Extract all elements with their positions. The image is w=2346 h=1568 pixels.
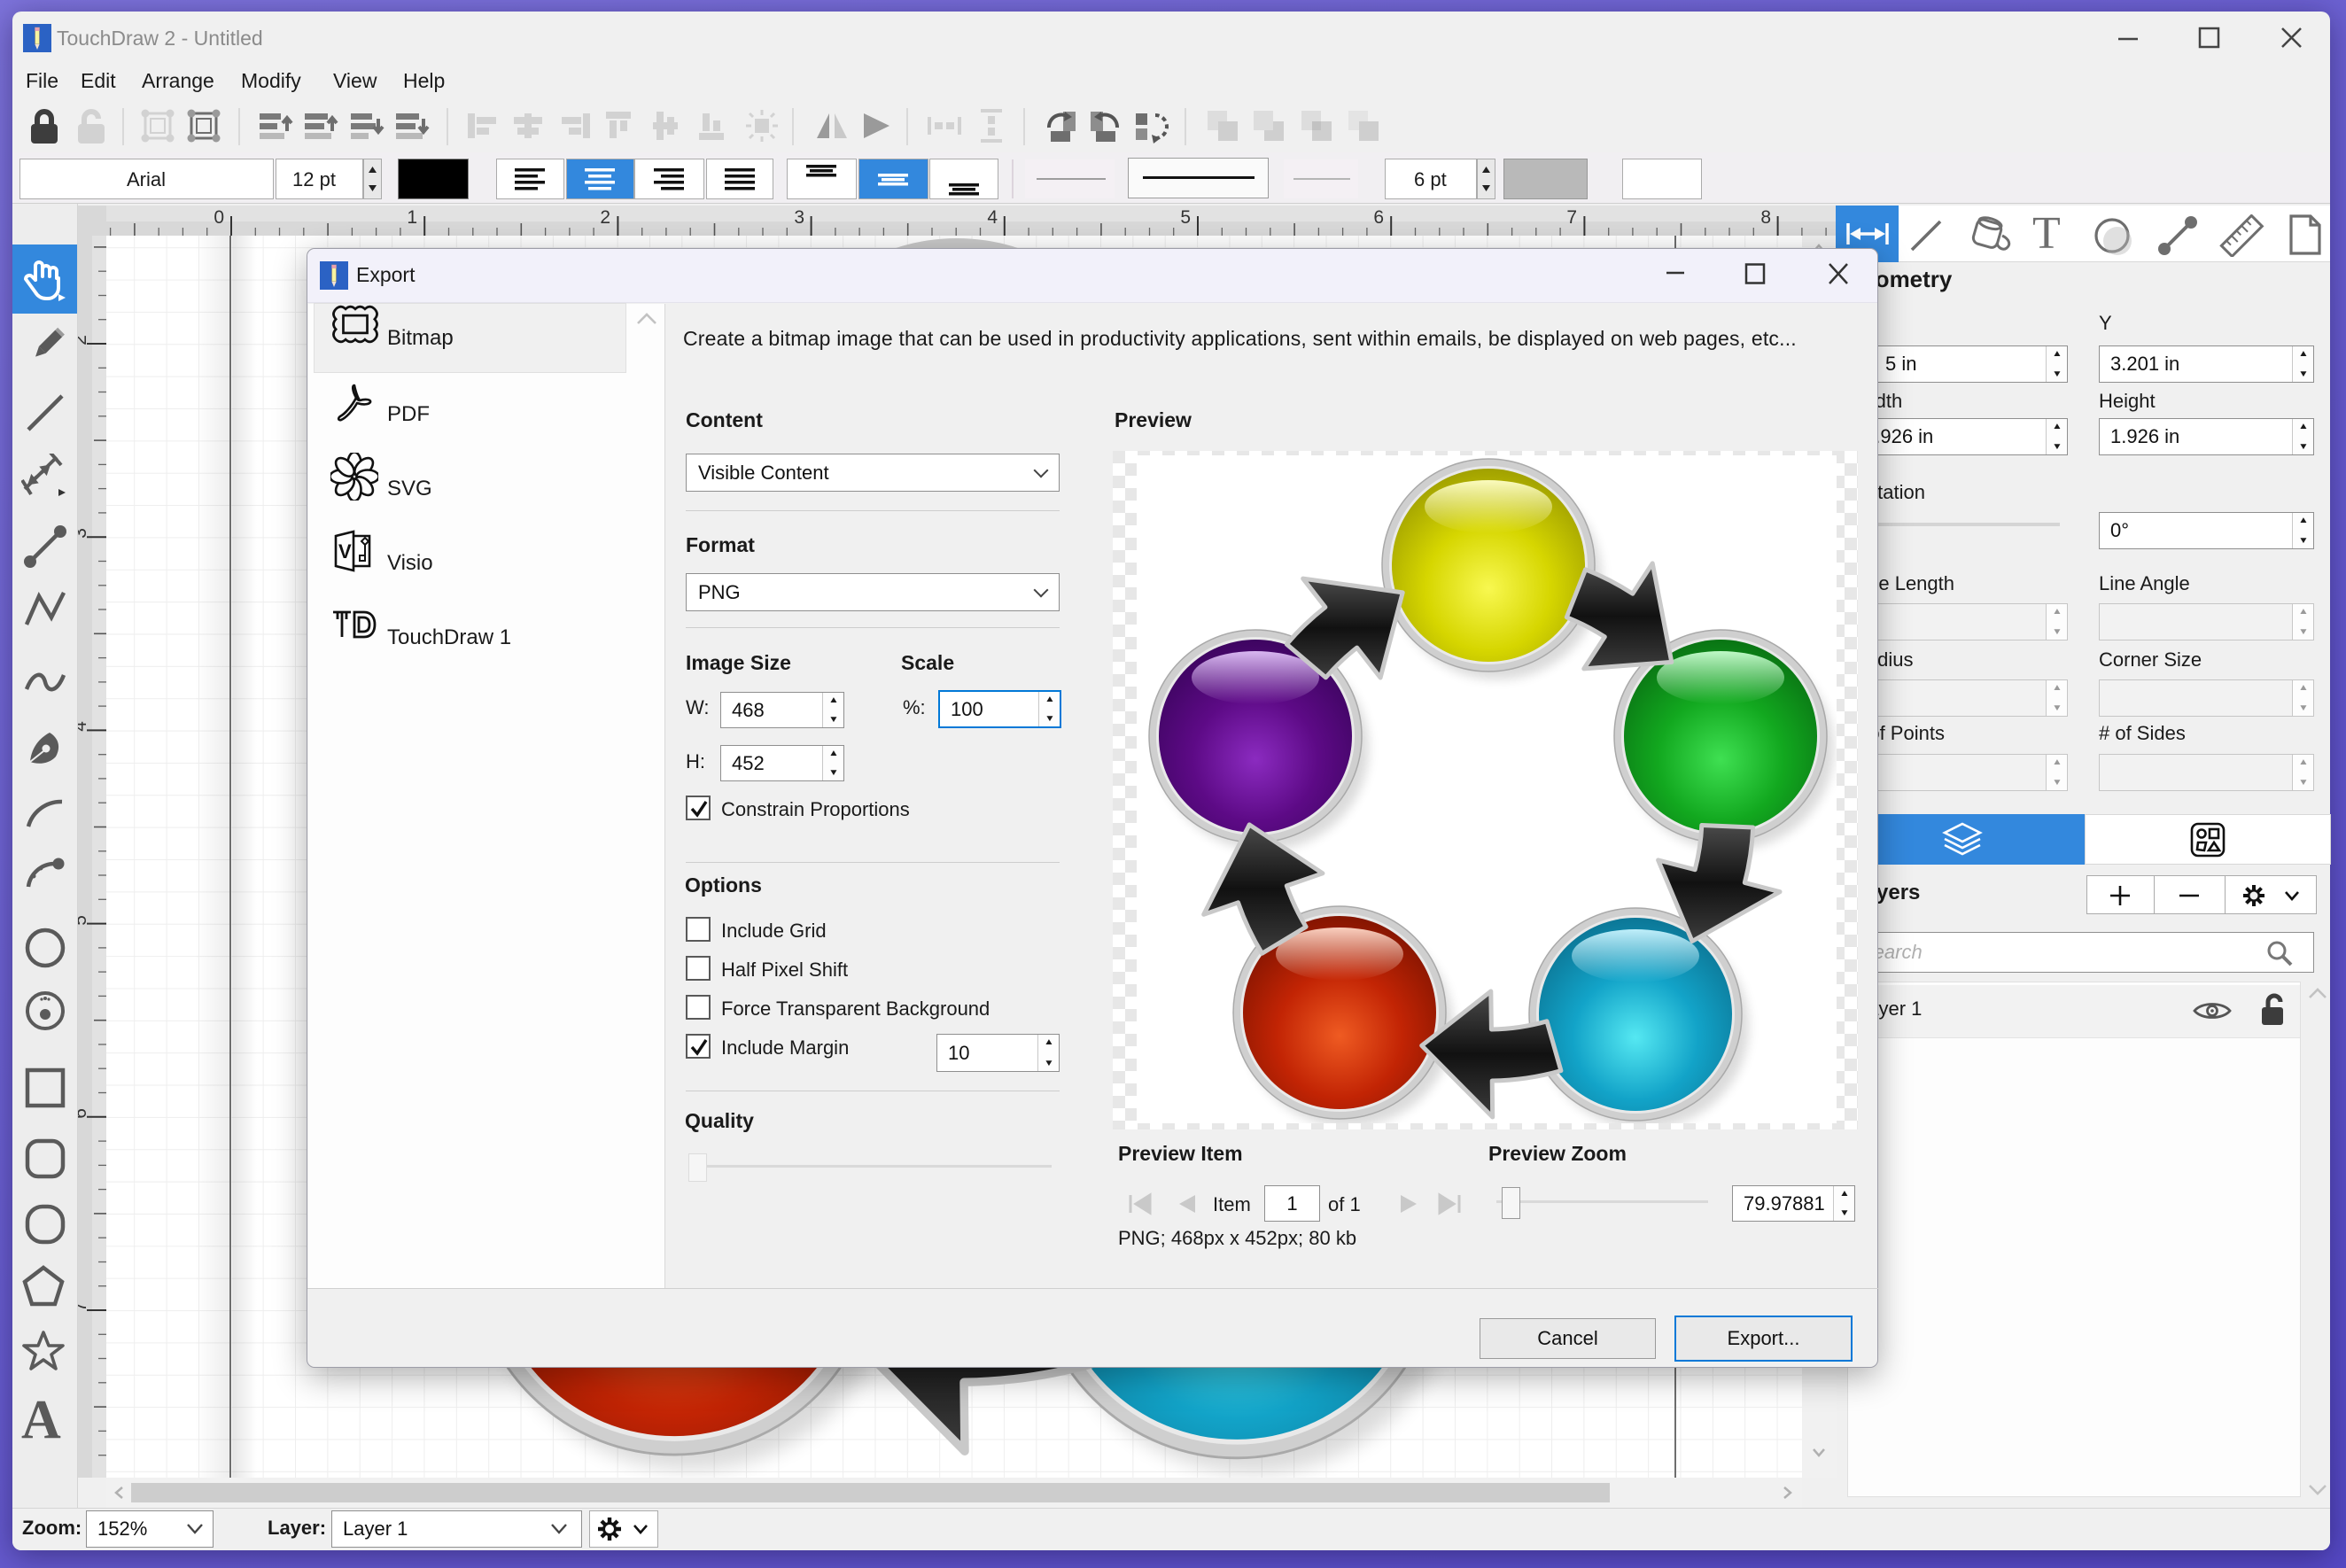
svg-text:4: 4 (78, 721, 90, 732)
svg-text:6: 6 (1373, 207, 1384, 228)
svg-text:3: 3 (78, 528, 90, 539)
svg-text:8: 8 (1760, 207, 1771, 228)
svg-text:4: 4 (987, 207, 998, 228)
svg-text:5: 5 (1180, 207, 1191, 228)
svg-text:7: 7 (78, 1301, 90, 1312)
svg-text:1: 1 (407, 207, 417, 228)
svg-text:6: 6 (78, 1108, 90, 1119)
svg-text:V: V (338, 540, 352, 563)
svg-text:0: 0 (214, 207, 224, 228)
svg-text:7: 7 (1566, 207, 1577, 228)
svg-text:3: 3 (794, 207, 804, 228)
svg-text:5: 5 (78, 915, 90, 926)
svg-text:2: 2 (78, 335, 90, 345)
svg-text:2: 2 (600, 207, 610, 228)
